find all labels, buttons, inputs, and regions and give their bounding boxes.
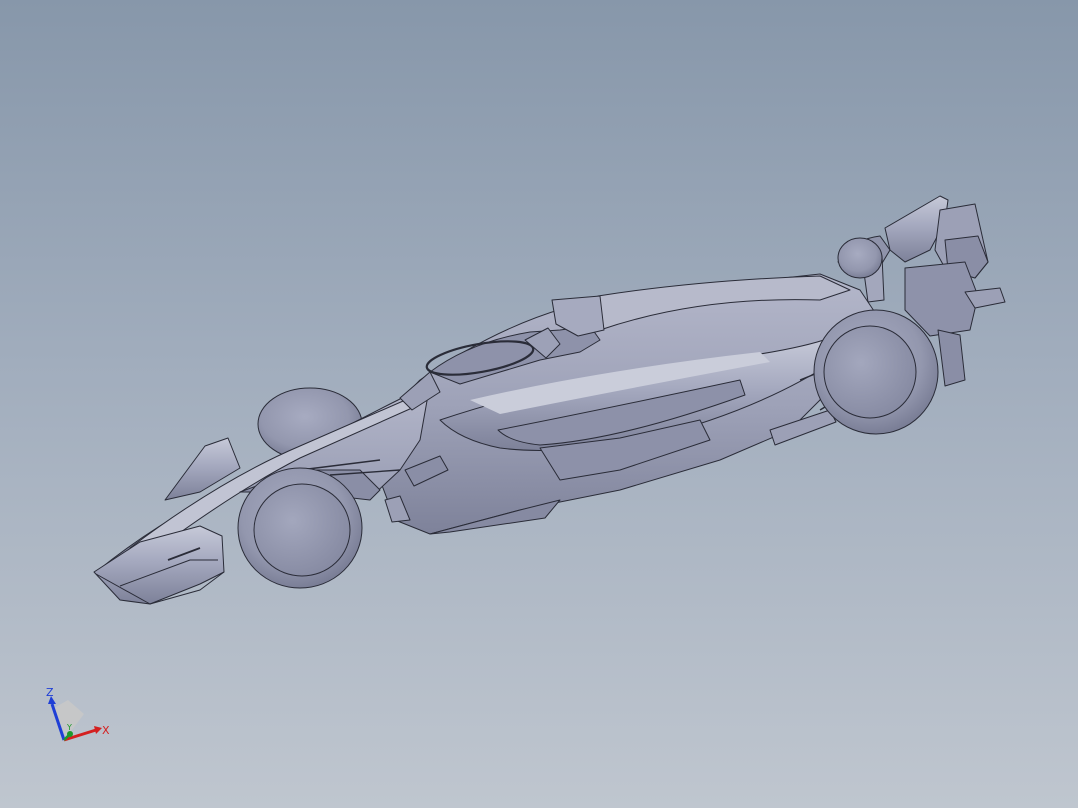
x-axis-arrow [94,726,102,734]
graphics-viewport[interactable]: Z X Y [0,0,1078,808]
rear-right-wheel [813,309,939,435]
rear-left-wheel [837,237,883,279]
reference-triad: Z X Y [46,686,110,742]
x-axis-label: X [102,724,110,737]
y-axis-label: Y [66,723,72,732]
front-wing [93,525,225,605]
z-axis-label: Z [46,686,54,699]
chassis-body [377,273,881,535]
front-right-wheel [237,467,363,589]
f1-car-model[interactable] [0,0,1078,808]
